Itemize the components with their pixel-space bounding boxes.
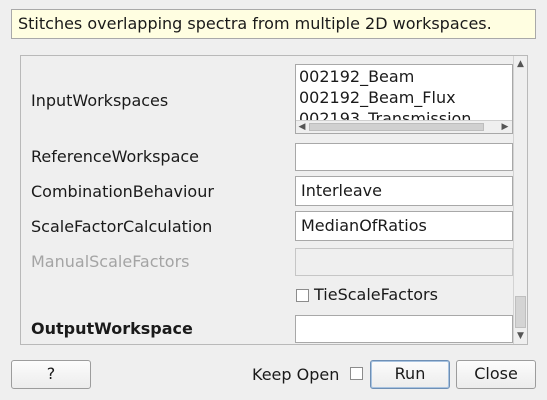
manual-scale-factors-input [295,248,513,276]
scale-factor-calculation-select[interactable]: MedianOfRatios [295,211,513,241]
combination-behaviour-select[interactable]: Interleave [295,176,513,206]
panel-vertical-scrollbar[interactable]: ▲ ▼ [513,56,527,344]
reference-workspace-input[interactable] [295,143,513,171]
scroll-left-icon[interactable]: ◀ [296,121,308,133]
input-workspaces-list[interactable]: 002192_Beam 002192_Beam_Flux 002193_Tran… [295,64,513,134]
tie-scale-factors-label[interactable]: TieScaleFactors [314,285,438,304]
keep-open-checkbox[interactable] [350,367,363,380]
output-workspace-input[interactable] [295,315,513,343]
scroll-right-icon[interactable]: ▶ [499,121,511,133]
input-workspaces-label: InputWorkspaces [31,91,169,110]
scale-factor-calculation-label: ScaleFactorCalculation [31,217,213,236]
horizontal-scroll-thumb[interactable] [309,123,484,131]
properties-panel: InputWorkspaces 002192_Beam 002192_Beam_… [20,55,528,345]
vertical-scroll-thumb[interactable] [515,296,526,328]
reference-workspace-label: ReferenceWorkspace [31,147,200,166]
tie-scale-factors-checkbox[interactable] [296,289,309,302]
manual-scale-factors-label: ManualScaleFactors [31,252,190,271]
list-item[interactable]: 002192_Beam [296,66,512,87]
list-item[interactable]: 002192_Beam_Flux [296,87,512,108]
help-button[interactable]: ? [11,360,91,389]
scroll-down-icon[interactable]: ▼ [514,330,527,342]
scroll-up-icon[interactable]: ▲ [514,58,527,70]
combination-behaviour-label: CombinationBehaviour [31,182,214,201]
keep-open-label[interactable]: Keep Open [252,365,339,384]
close-button[interactable]: Close [456,360,536,389]
algorithm-description: Stitches overlapping spectra from multip… [11,9,536,39]
run-button[interactable]: Run [370,360,450,389]
output-workspace-label: OutputWorkspace [31,319,193,338]
list-horizontal-scrollbar[interactable]: ◀ ▶ [296,120,512,133]
